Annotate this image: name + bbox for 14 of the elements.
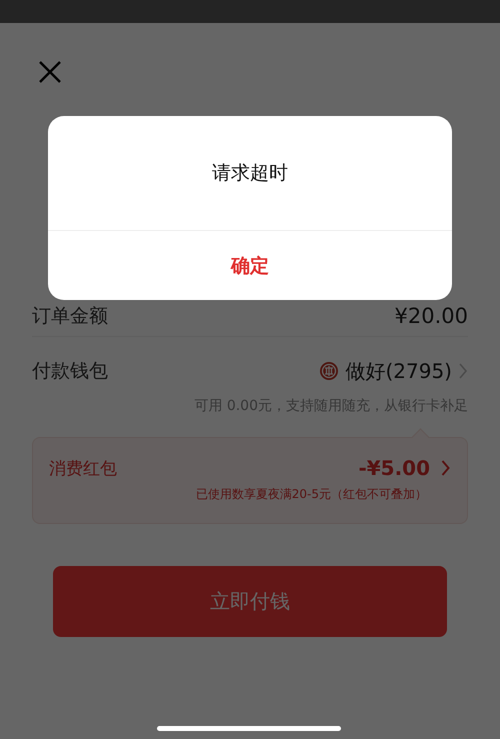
chevron-right-icon[interactable] (440, 459, 451, 477)
dialog-title: 请求超时 (48, 116, 452, 231)
coupon-amount: -¥5.00 (358, 456, 430, 480)
pay-button[interactable]: 立即付钱 (53, 566, 447, 637)
wallet-name[interactable]: 做好(2795) (345, 358, 452, 384)
bank-logo-icon (319, 361, 340, 381)
order-amount: ¥20.00 (394, 304, 468, 328)
close-icon[interactable] (38, 60, 62, 84)
coupon-note: 已使用数享夏夜满20-5元（红包不可叠加） (194, 486, 427, 503)
chevron-right-icon[interactable] (458, 362, 468, 380)
order-amount-label: 订单金额 (32, 304, 108, 329)
confirm-button[interactable]: 确定 (48, 231, 452, 300)
wallet-label: 付款钱包 (32, 359, 108, 384)
coupon-label: 消费红包 (49, 458, 117, 480)
